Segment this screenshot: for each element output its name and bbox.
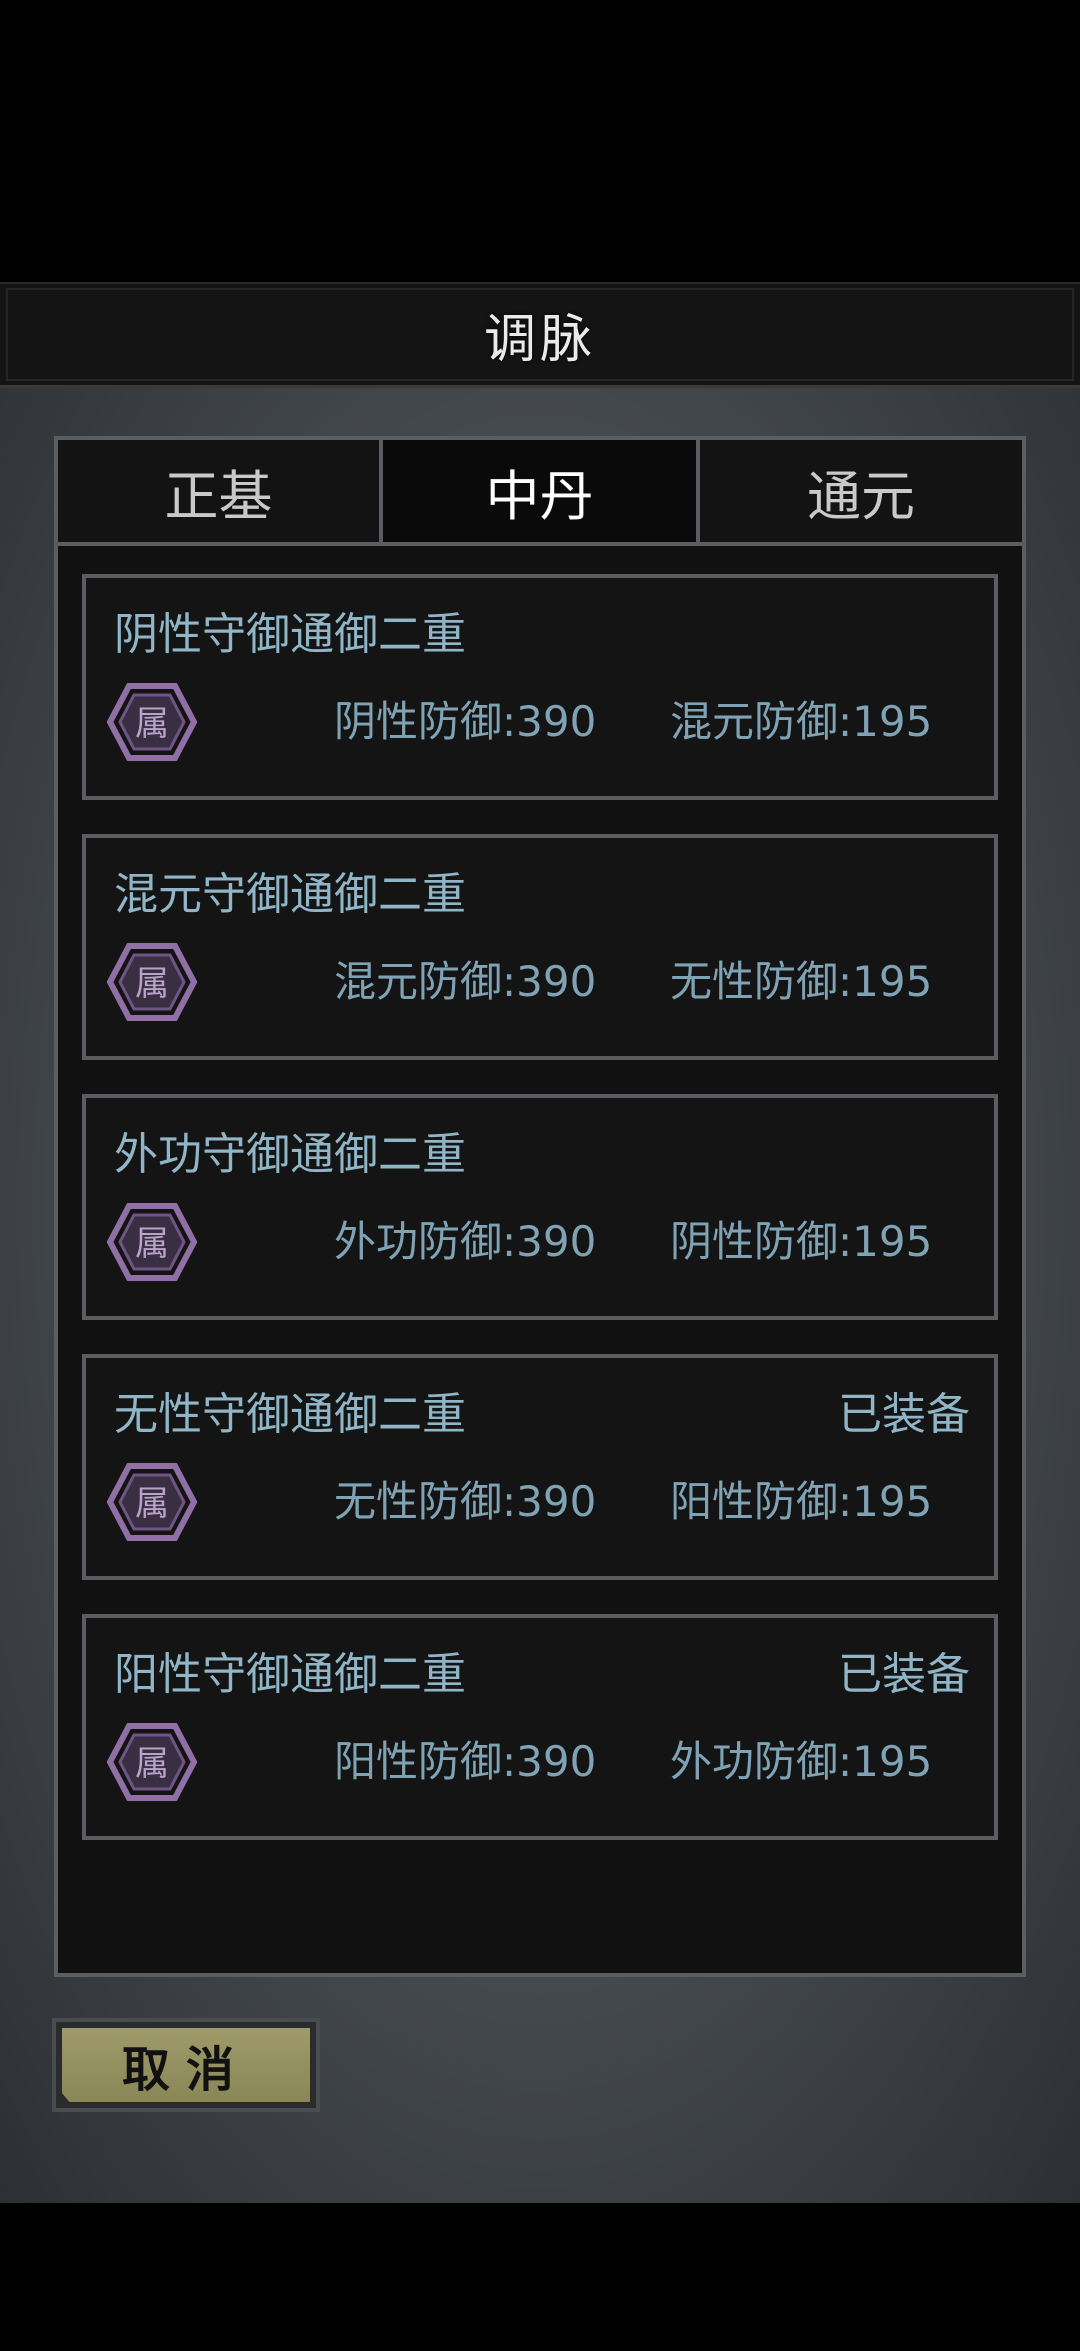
card-name: 外功守御通御二重: [114, 1129, 466, 1180]
attribute-icon-label: 属: [135, 1484, 169, 1524]
attribute-hexagon-icon: 属: [106, 1462, 198, 1542]
card-name: 混元守御通御二重: [114, 869, 466, 920]
attribute-icon-label: 属: [135, 704, 169, 744]
attribute-hexagon-icon: 属: [106, 1202, 198, 1282]
secondary-stat: 外功防御:195: [670, 1737, 933, 1786]
cancel-button[interactable]: 取消: [52, 2018, 320, 2112]
cancel-button-label: 取消: [62, 2028, 310, 2102]
secondary-stat: 混元防御:195: [670, 697, 933, 746]
card-name: 阳性守御通御二重: [114, 1649, 466, 1700]
secondary-stat: 阳性防御:195: [670, 1477, 933, 1526]
meridian-card[interactable]: 外功守御通御二重 属 外功防御:390 阴性防御:195: [82, 1094, 998, 1320]
primary-stat: 阳性防御:390: [334, 1737, 597, 1786]
title-bar: 调脉: [0, 282, 1080, 388]
attribute-hexagon-icon: 属: [106, 682, 198, 762]
tab-zhongdan[interactable]: 中丹: [383, 440, 700, 546]
tab-tongyuan[interactable]: 通元: [700, 440, 1022, 546]
primary-stat: 外功防御:390: [334, 1217, 597, 1266]
card-name: 阴性守御通御二重: [114, 609, 466, 660]
meridian-panel: 正基 中丹 通元 阴性守御通御二重 属 阴性防御:390 混元防御:195 混元…: [54, 436, 1026, 1977]
meridian-card[interactable]: 阳性守御通御二重 已装备 属 阳性防御:390 外功防御:195: [82, 1614, 998, 1840]
equipped-badge: 已装备: [838, 1649, 970, 1700]
secondary-stat: 无性防御:195: [670, 957, 933, 1006]
card-name: 无性守御通御二重: [114, 1389, 466, 1440]
attribute-hexagon-icon: 属: [106, 942, 198, 1022]
attribute-hexagon-icon: 属: [106, 1722, 198, 1802]
primary-stat: 无性防御:390: [334, 1477, 597, 1526]
primary-stat: 阴性防御:390: [334, 697, 597, 746]
meridian-card[interactable]: 无性守御通御二重 已装备 属 无性防御:390 阳性防御:195: [82, 1354, 998, 1580]
page-title: 调脉: [483, 310, 596, 370]
tab-zhengji[interactable]: 正基: [58, 440, 383, 546]
equipped-badge: 已装备: [838, 1389, 970, 1440]
meridian-card[interactable]: 混元守御通御二重 属 混元防御:390 无性防御:195: [82, 834, 998, 1060]
attribute-icon-label: 属: [135, 964, 169, 1004]
secondary-stat: 阴性防御:195: [670, 1217, 933, 1266]
attribute-icon-label: 属: [135, 1224, 169, 1264]
meridian-card[interactable]: 阴性守御通御二重 属 阴性防御:390 混元防御:195: [82, 574, 998, 800]
attribute-icon-label: 属: [135, 1744, 169, 1784]
primary-stat: 混元防御:390: [334, 957, 597, 1006]
tab-bar: 正基 中丹 通元: [58, 440, 1022, 546]
